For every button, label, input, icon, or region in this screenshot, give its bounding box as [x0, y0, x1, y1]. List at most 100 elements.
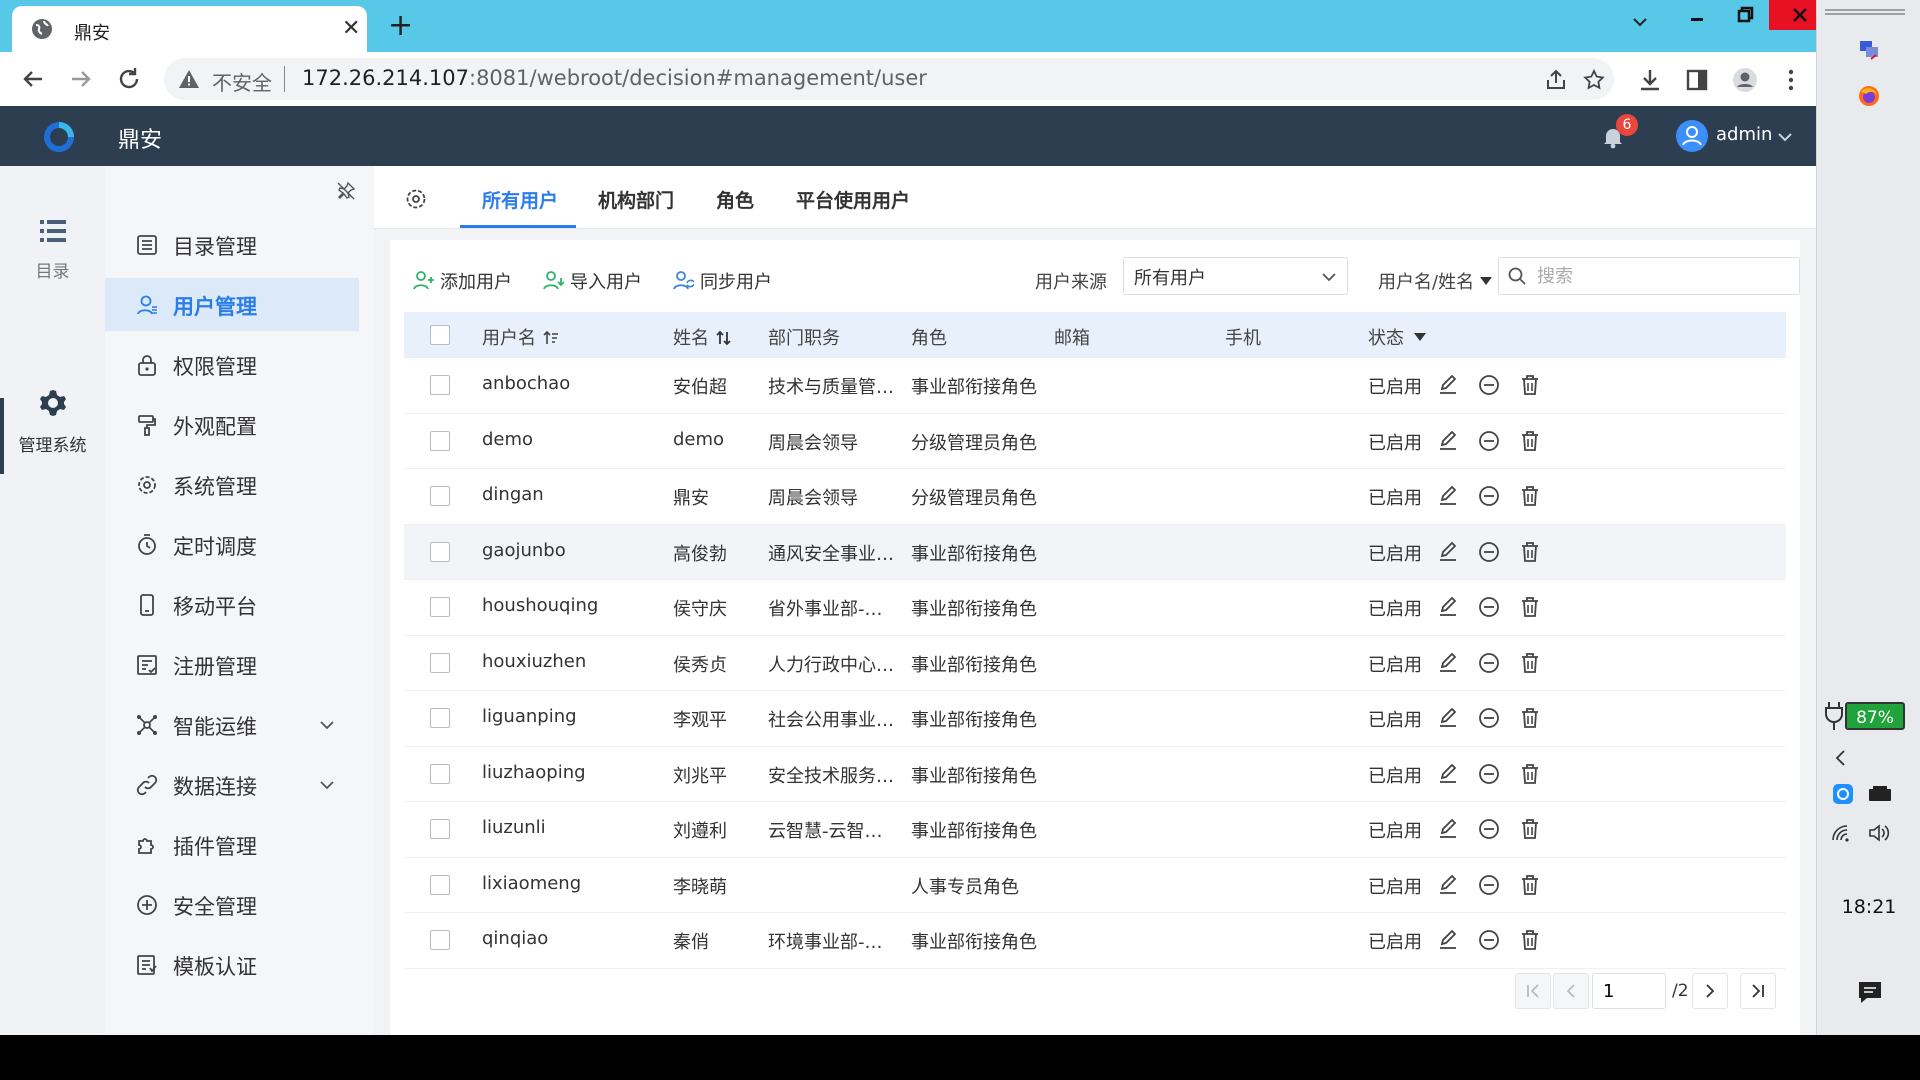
- last-page-button[interactable]: [1740, 973, 1776, 1009]
- sort-icon[interactable]: [715, 329, 733, 347]
- avatar[interactable]: [1676, 120, 1708, 152]
- sync-user-button[interactable]: 同步用户: [672, 266, 778, 294]
- close-tab-icon[interactable]: ✕: [342, 16, 360, 41]
- add-user-button[interactable]: 添加用户: [412, 266, 518, 294]
- star-icon[interactable]: [1582, 68, 1606, 92]
- row-checkbox[interactable]: [430, 486, 450, 506]
- sidebar-item-data-connection[interactable]: 数据连接: [105, 758, 359, 811]
- trash-icon[interactable]: [1518, 373, 1542, 397]
- edit-icon[interactable]: [1436, 762, 1460, 786]
- first-page-button[interactable]: [1515, 973, 1551, 1009]
- edit-icon[interactable]: [1436, 651, 1460, 675]
- trash-icon[interactable]: [1518, 595, 1542, 619]
- more-icon[interactable]: [1778, 67, 1804, 93]
- profile-icon[interactable]: [1732, 67, 1758, 93]
- sidebar-item-plugins[interactable]: 插件管理: [105, 818, 359, 871]
- row-checkbox[interactable]: [430, 375, 450, 395]
- chevron-down-icon[interactable]: [1630, 12, 1650, 32]
- search-input[interactable]: [1535, 262, 1789, 290]
- tab-platform-users[interactable]: 平台使用用户: [796, 186, 910, 213]
- minus-circle-icon[interactable]: [1477, 762, 1501, 786]
- rail-item-management[interactable]: 管理系统: [0, 386, 105, 456]
- clock[interactable]: 18:21: [1817, 896, 1920, 918]
- trash-icon[interactable]: [1518, 429, 1542, 453]
- forward-icon[interactable]: [66, 64, 96, 94]
- minus-circle-icon[interactable]: [1477, 373, 1501, 397]
- import-user-button[interactable]: 导入用户: [542, 266, 648, 294]
- trash-icon[interactable]: [1518, 762, 1542, 786]
- side-panel-icon[interactable]: [1684, 67, 1710, 93]
- row-checkbox[interactable]: [430, 597, 450, 617]
- table-row[interactable]: liuzunli 刘遵利 云智慧-云智慧经理事业部衔接角色 已启用: [404, 802, 1786, 858]
- sidebar-item-security[interactable]: 安全管理: [105, 878, 359, 931]
- edit-icon[interactable]: [1436, 429, 1460, 453]
- trash-icon[interactable]: [1518, 817, 1542, 841]
- gear-icon[interactable]: [404, 187, 428, 211]
- sidebar-item-mobile[interactable]: 移动平台: [105, 578, 359, 631]
- tab-all-users[interactable]: 所有用户: [482, 186, 558, 213]
- firefox-icon[interactable]: [1857, 84, 1881, 108]
- trash-icon[interactable]: [1518, 651, 1542, 675]
- sidebar-item-template-cert[interactable]: 模板认证: [105, 938, 359, 991]
- pin-icon[interactable]: [335, 180, 357, 202]
- minimize-button[interactable]: [1673, 0, 1721, 30]
- sidebar-item-catalog[interactable]: 目录管理: [105, 218, 359, 271]
- minus-circle-icon[interactable]: [1477, 484, 1501, 508]
- battery-indicator[interactable]: 87%: [1845, 702, 1905, 730]
- trash-icon[interactable]: [1518, 540, 1542, 564]
- table-row[interactable]: gaojunbo 高俊勃 通风安全事业部-… 事业部衔接角色 已启用: [404, 524, 1786, 580]
- row-checkbox[interactable]: [430, 652, 450, 673]
- url-input[interactable]: 不安全 172.26.214.107:8081/webroot/decision…: [164, 58, 1614, 100]
- edit-icon[interactable]: [1436, 540, 1460, 564]
- download-icon[interactable]: [1637, 67, 1663, 93]
- edit-icon[interactable]: [1436, 928, 1460, 952]
- select-all-checkbox[interactable]: [430, 325, 450, 345]
- sidebar-item-appearance[interactable]: 外观配置: [105, 398, 359, 451]
- minus-circle-icon[interactable]: [1477, 817, 1501, 841]
- insecure-label[interactable]: 不安全: [212, 67, 272, 96]
- wifi-icon[interactable]: [1831, 822, 1855, 844]
- edit-icon[interactable]: [1436, 595, 1460, 619]
- browser-tab[interactable]: 鼎安 ✕: [12, 6, 367, 52]
- column-header-name[interactable]: 姓名: [673, 324, 733, 350]
- table-row[interactable]: houxiuzhen 侯秀贞 人力行政中心-人… 事业部衔接角色 已启用: [404, 636, 1786, 691]
- sidebar-item-users[interactable]: 用户管理: [105, 278, 359, 331]
- table-row[interactable]: anbochao 安伯超 技术与质量管理… 事业部衔接角色 已启用: [404, 358, 1786, 414]
- restore-button[interactable]: [1721, 0, 1769, 30]
- row-checkbox[interactable]: [430, 541, 450, 562]
- chevron-left-icon[interactable]: [1831, 748, 1851, 768]
- sort-icon[interactable]: [542, 329, 560, 347]
- chat-app-icon[interactable]: [1831, 782, 1855, 806]
- row-checkbox[interactable]: [430, 763, 450, 784]
- edit-icon[interactable]: [1436, 817, 1460, 841]
- reload-icon[interactable]: [114, 64, 144, 94]
- speaker-icon[interactable]: [1867, 822, 1891, 844]
- new-tab-button[interactable]: +: [388, 8, 413, 43]
- row-checkbox[interactable]: [430, 930, 450, 950]
- trash-icon[interactable]: [1518, 873, 1542, 897]
- tab-departments[interactable]: 机构部门: [598, 186, 674, 213]
- next-page-button[interactable]: [1692, 973, 1728, 1009]
- column-header-status[interactable]: 状态: [1368, 324, 1426, 350]
- minus-circle-icon[interactable]: [1477, 706, 1501, 730]
- table-row[interactable]: demo demo 周晨会领导 分级管理员角色 已启用: [404, 414, 1786, 469]
- sidebar-item-smart-ops[interactable]: 智能运维: [105, 698, 359, 751]
- table-row[interactable]: dingan 鼎安 周晨会领导 分级管理员角色 已启用: [404, 469, 1786, 525]
- user-menu[interactable]: admin: [1716, 124, 1772, 145]
- row-checkbox[interactable]: [430, 819, 450, 839]
- keyboard-icon[interactable]: [1867, 784, 1893, 804]
- prev-page-button[interactable]: [1553, 973, 1589, 1009]
- network-computer-icon[interactable]: [1857, 38, 1881, 62]
- minus-circle-icon[interactable]: [1477, 651, 1501, 675]
- minus-circle-icon[interactable]: [1477, 595, 1501, 619]
- minus-circle-icon[interactable]: [1477, 540, 1501, 564]
- table-row[interactable]: liuzhaoping 刘兆平 安全技术服务事… 事业部衔接角色 已启用: [404, 747, 1786, 802]
- column-header-username[interactable]: 用户名: [482, 324, 560, 350]
- share-icon[interactable]: [1544, 68, 1568, 92]
- table-row[interactable]: lixiaomeng 李晓萌 人事专员角色 已启用: [404, 858, 1786, 913]
- trash-icon[interactable]: [1518, 484, 1542, 508]
- edit-icon[interactable]: [1436, 484, 1460, 508]
- chevron-down-icon[interactable]: [1776, 128, 1794, 146]
- sidebar-item-registration[interactable]: 注册管理: [105, 638, 359, 691]
- row-checkbox[interactable]: [430, 430, 450, 451]
